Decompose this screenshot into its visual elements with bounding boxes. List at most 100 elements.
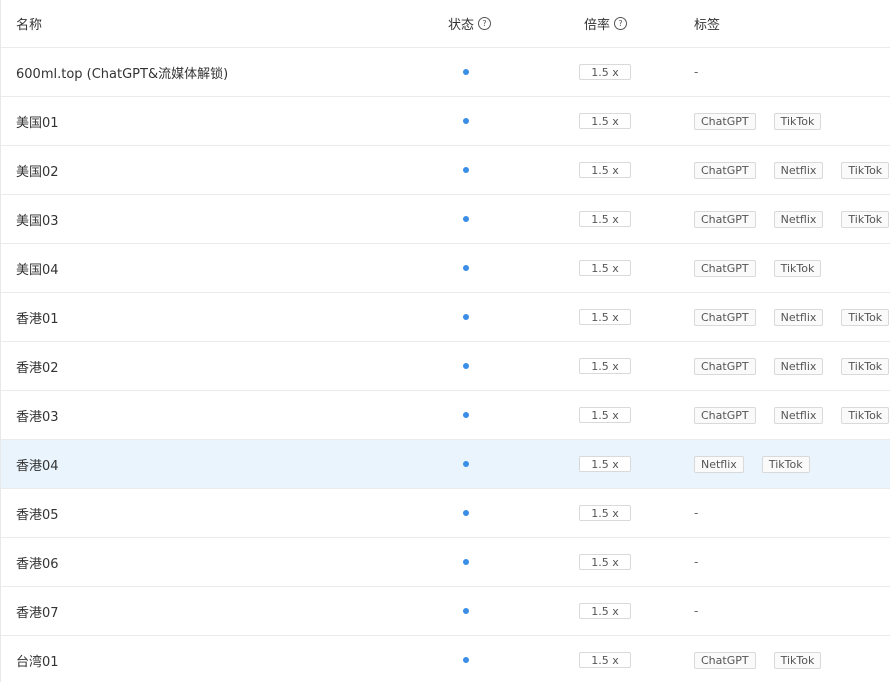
tag-netflix: Netflix bbox=[773, 357, 824, 375]
tag-tiktok: TikTok bbox=[841, 161, 890, 179]
table-row[interactable]: 香港07 1.5 x - bbox=[1, 587, 890, 636]
node-name: 美国02 bbox=[16, 164, 59, 180]
table-row[interactable]: 香港05 1.5 x - bbox=[1, 489, 890, 538]
node-rate: 1.5 x bbox=[579, 636, 639, 682]
rate-badge: 1.5 x bbox=[579, 554, 631, 570]
header-tags: 标签 bbox=[694, 18, 721, 33]
header-name: 名称 bbox=[16, 18, 43, 33]
node-status bbox=[441, 587, 491, 635]
table-row[interactable]: 香港01 1.5 x ChatGPT Netflix TikTok bbox=[1, 293, 890, 342]
node-status bbox=[441, 48, 491, 96]
empty-tags: - bbox=[694, 604, 699, 618]
rate-badge: 1.5 x bbox=[579, 64, 631, 80]
status-dot-icon bbox=[463, 167, 469, 173]
node-table: 名称 状态 ? 倍率 ? 标签 600ml.top (ChatGPT&流媒体解锁… bbox=[0, 0, 890, 682]
node-rate: 1.5 x bbox=[579, 244, 639, 292]
header-rate: 倍率 ? bbox=[584, 0, 644, 47]
rate-badge: 1.5 x bbox=[579, 407, 631, 423]
node-tags: ChatGPT Netflix TikTok bbox=[694, 342, 890, 390]
node-rate: 1.5 x bbox=[579, 342, 639, 390]
table-body: 600ml.top (ChatGPT&流媒体解锁) 1.5 x - 美国01 1.5 x… bbox=[1, 48, 890, 682]
node-name: 600ml.top (ChatGPT&流媒体解锁) bbox=[16, 66, 229, 82]
node-name: 香港05 bbox=[16, 507, 59, 523]
node-name: 美国04 bbox=[16, 262, 59, 278]
tag-tiktok: TikTok bbox=[761, 455, 810, 473]
table-row[interactable]: 香港06 1.5 x - bbox=[1, 538, 890, 587]
rate-badge: 1.5 x bbox=[579, 505, 631, 521]
rate-badge: 1.5 x bbox=[579, 309, 631, 325]
tag-tiktok: TikTok bbox=[773, 259, 822, 277]
tag-tiktok: TikTok bbox=[841, 406, 890, 424]
node-tags: ChatGPT TikTok bbox=[694, 97, 889, 145]
header-status: 状态 ? bbox=[448, 0, 508, 47]
tag-chatgpt: ChatGPT bbox=[694, 259, 756, 277]
empty-tags: - bbox=[694, 506, 699, 520]
tag-netflix: Netflix bbox=[773, 210, 824, 228]
tag-chatgpt: ChatGPT bbox=[694, 406, 756, 424]
table-row[interactable]: 香港04 1.5 x Netflix TikTok bbox=[1, 440, 890, 489]
node-rate: 1.5 x bbox=[579, 440, 639, 488]
rate-badge: 1.5 x bbox=[579, 260, 631, 276]
node-tags: ChatGPT Netflix TikTok bbox=[694, 293, 890, 341]
node-tags: ChatGPT Netflix TikTok bbox=[694, 391, 890, 439]
tag-chatgpt: ChatGPT bbox=[694, 651, 756, 669]
node-tags: - bbox=[694, 587, 889, 635]
header-rate-label: 倍率 bbox=[584, 18, 611, 33]
status-dot-icon bbox=[463, 118, 469, 124]
table-row[interactable]: 美国02 1.5 x ChatGPT Netflix TikTok bbox=[1, 146, 890, 195]
rate-badge: 1.5 x bbox=[579, 113, 631, 129]
status-dot-icon bbox=[463, 412, 469, 418]
node-status bbox=[441, 342, 491, 390]
status-dot-icon bbox=[463, 657, 469, 663]
node-name: 台湾01 bbox=[16, 654, 59, 670]
node-status bbox=[441, 244, 491, 292]
status-dot-icon bbox=[463, 216, 469, 222]
table-row[interactable]: 600ml.top (ChatGPT&流媒体解锁) 1.5 x - bbox=[1, 48, 890, 97]
status-dot-icon bbox=[463, 461, 469, 467]
node-name: 香港03 bbox=[16, 409, 59, 425]
tag-tiktok: TikTok bbox=[841, 210, 890, 228]
tag-tiktok: TikTok bbox=[841, 357, 890, 375]
node-tags: - bbox=[694, 48, 889, 96]
rate-help-icon[interactable]: ? bbox=[614, 17, 628, 30]
status-dot-icon bbox=[463, 363, 469, 369]
node-name: 香港07 bbox=[16, 605, 59, 621]
status-dot-icon bbox=[463, 608, 469, 614]
tag-chatgpt: ChatGPT bbox=[694, 210, 756, 228]
rate-badge: 1.5 x bbox=[579, 603, 631, 619]
node-rate: 1.5 x bbox=[579, 48, 639, 96]
table-header: 名称 状态 ? 倍率 ? 标签 bbox=[1, 0, 890, 48]
table-row[interactable]: 美国01 1.5 x ChatGPT TikTok bbox=[1, 97, 890, 146]
node-tags: ChatGPT TikTok bbox=[694, 636, 889, 682]
rate-badge: 1.5 x bbox=[579, 652, 631, 668]
status-dot-icon bbox=[463, 265, 469, 271]
node-tags: - bbox=[694, 489, 889, 537]
table-row[interactable]: 香港02 1.5 x ChatGPT Netflix TikTok bbox=[1, 342, 890, 391]
table-row[interactable]: 香港03 1.5 x ChatGPT Netflix TikTok bbox=[1, 391, 890, 440]
header-status-label: 状态 bbox=[448, 18, 475, 33]
tag-netflix: Netflix bbox=[773, 406, 824, 424]
table-row[interactable]: 台湾01 1.5 x ChatGPT TikTok bbox=[1, 636, 890, 682]
node-rate: 1.5 x bbox=[579, 146, 639, 194]
rate-badge: 1.5 x bbox=[579, 456, 631, 472]
node-status bbox=[441, 636, 491, 682]
status-dot-icon bbox=[463, 69, 469, 75]
empty-tags: - bbox=[694, 65, 699, 79]
status-help-icon[interactable]: ? bbox=[478, 17, 492, 30]
node-status bbox=[441, 293, 491, 341]
status-dot-icon bbox=[463, 559, 469, 565]
tag-netflix: Netflix bbox=[773, 161, 824, 179]
node-tags: Netflix TikTok bbox=[694, 440, 889, 488]
node-name: 香港06 bbox=[16, 556, 59, 572]
node-rate: 1.5 x bbox=[579, 391, 639, 439]
tag-tiktok: TikTok bbox=[773, 112, 822, 130]
node-rate: 1.5 x bbox=[579, 587, 639, 635]
rate-badge: 1.5 x bbox=[579, 211, 631, 227]
table-row[interactable]: 美国03 1.5 x ChatGPT Netflix TikTok bbox=[1, 195, 890, 244]
node-rate: 1.5 x bbox=[579, 293, 639, 341]
tag-tiktok: TikTok bbox=[841, 308, 890, 326]
node-name: 美国01 bbox=[16, 115, 59, 131]
node-rate: 1.5 x bbox=[579, 489, 639, 537]
node-rate: 1.5 x bbox=[579, 195, 639, 243]
table-row[interactable]: 美国04 1.5 x ChatGPT TikTok bbox=[1, 244, 890, 293]
